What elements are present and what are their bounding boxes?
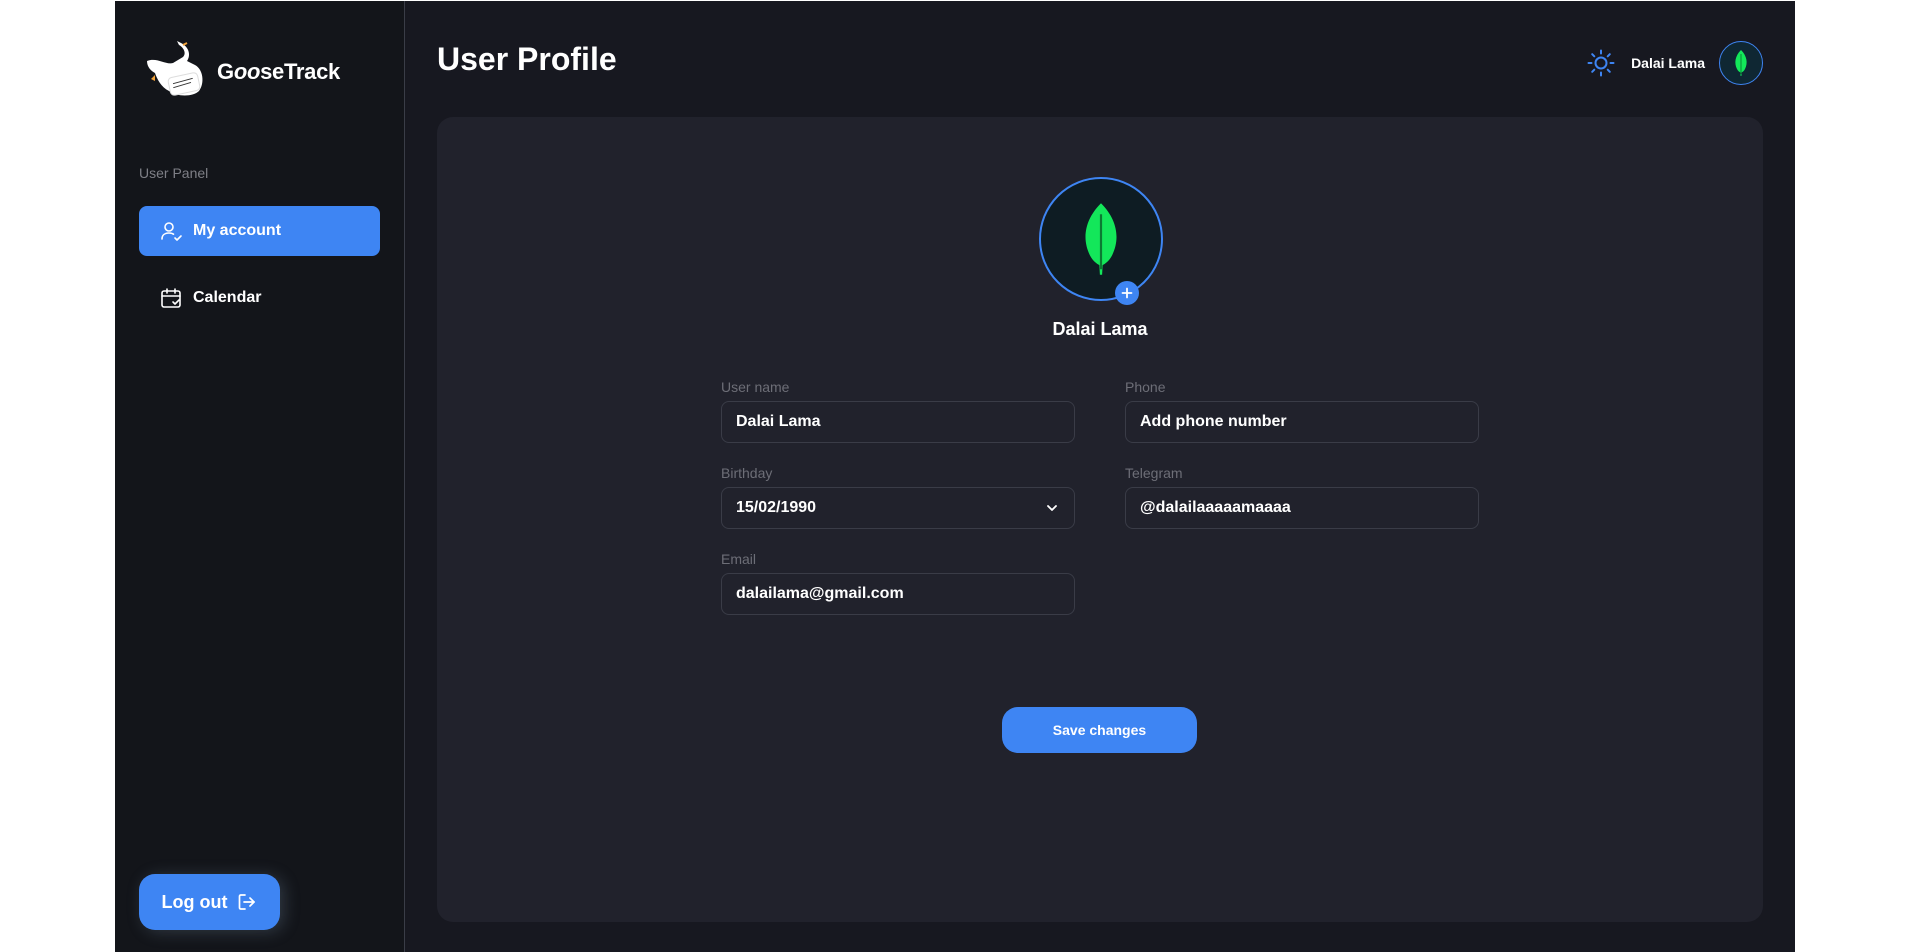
brand-suffix: seTrack bbox=[260, 59, 340, 84]
sidebar-item-my-account[interactable]: My account bbox=[139, 206, 380, 256]
telegram-field-group: Telegram bbox=[1125, 465, 1479, 529]
header-username: Dalai Lama bbox=[1631, 55, 1705, 71]
username-field-group: User name bbox=[721, 379, 1075, 443]
main-content: User Profile Dalai Lama Dalai Lama User … bbox=[405, 1, 1795, 952]
logo[interactable]: GooseTrack bbox=[143, 39, 340, 105]
leaf-icon bbox=[1735, 50, 1747, 76]
telegram-input[interactable] bbox=[1125, 487, 1479, 529]
plus-icon bbox=[1121, 287, 1133, 299]
birthday-value: 15/02/1990 bbox=[736, 499, 817, 516]
username-label: User name bbox=[721, 379, 790, 395]
user-check-icon bbox=[159, 219, 183, 243]
phone-field-group: Phone Add phone number bbox=[1125, 379, 1479, 443]
add-avatar-button[interactable] bbox=[1115, 281, 1139, 305]
brand-italic: oo bbox=[233, 59, 261, 84]
avatar[interactable] bbox=[1719, 41, 1763, 85]
email-label: Email bbox=[721, 551, 757, 567]
brand-prefix: G bbox=[217, 59, 234, 84]
goose-logo-icon bbox=[143, 39, 209, 105]
profile-name: Dalai Lama bbox=[1052, 319, 1148, 339]
sidebar: GooseTrack User Panel My account Calenda… bbox=[115, 1, 405, 952]
leaf-icon bbox=[1085, 203, 1117, 275]
profile-card: Dalai Lama User name Phone Add phone num… bbox=[437, 117, 1763, 922]
phone-input[interactable]: Add phone number bbox=[1125, 401, 1479, 443]
birthday-picker[interactable]: 15/02/1990 bbox=[721, 487, 1075, 529]
sidebar-item-label: Calendar bbox=[193, 289, 262, 306]
sidebar-item-label: My account bbox=[193, 222, 282, 239]
profile-avatar bbox=[1039, 177, 1163, 305]
avatar-large bbox=[1039, 177, 1163, 301]
birthday-field-group: Birthday 15/02/1990 bbox=[721, 465, 1075, 529]
sun-icon[interactable] bbox=[1585, 47, 1617, 79]
birthday-label: Birthday bbox=[721, 465, 773, 481]
email-input[interactable] bbox=[721, 573, 1075, 615]
logout-label: Log out bbox=[161, 891, 228, 912]
sidebar-item-calendar[interactable]: Calendar bbox=[139, 273, 380, 323]
header-user-area: Dalai Lama bbox=[1585, 41, 1763, 85]
calendar-check-icon bbox=[159, 286, 183, 310]
page-title: User Profile bbox=[437, 41, 617, 77]
telegram-label: Telegram bbox=[1125, 465, 1183, 481]
phone-value: Add phone number bbox=[1140, 413, 1287, 430]
email-field-group: Email bbox=[721, 551, 1075, 615]
app-window: GooseTrack User Panel My account Calenda… bbox=[115, 1, 1795, 952]
logout-icon bbox=[237, 892, 257, 912]
chevron-down-icon bbox=[1044, 500, 1060, 516]
phone-label: Phone bbox=[1125, 379, 1166, 395]
logout-button[interactable]: Log out bbox=[139, 874, 280, 930]
user-panel-label: User Panel bbox=[139, 165, 209, 181]
username-input[interactable] bbox=[721, 401, 1075, 443]
save-changes-button[interactable]: Save changes bbox=[1002, 707, 1197, 753]
